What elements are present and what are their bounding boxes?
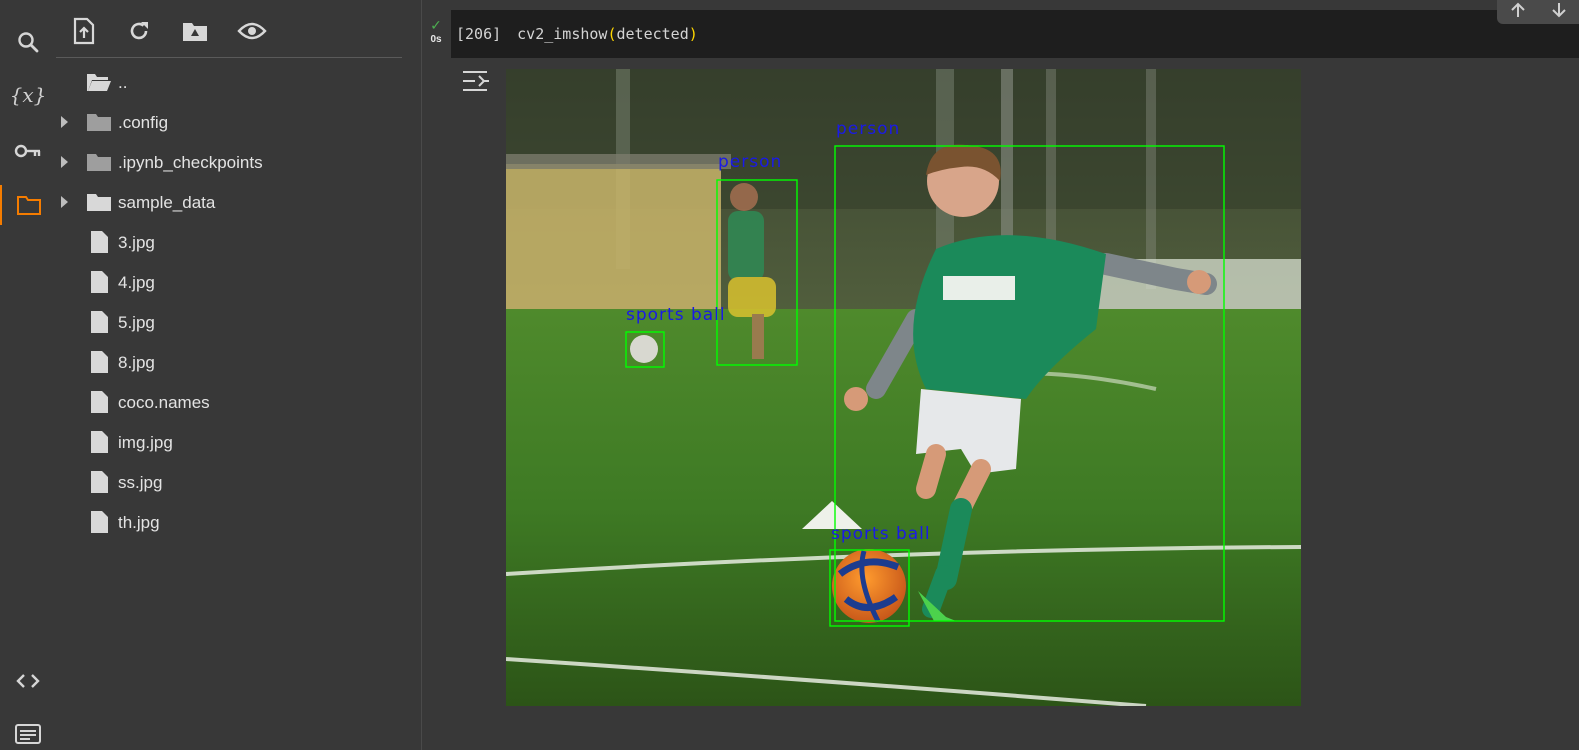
execution-count: [206]	[456, 25, 502, 43]
file-icon	[91, 231, 108, 253]
tree-item-file[interactable]: 8.jpg	[56, 342, 402, 382]
tree-item-label: .ipynb_checkpoints	[118, 153, 263, 172]
mount-drive-icon[interactable]	[180, 16, 210, 46]
file-tree: .. .config .ipynb_checkpoints sample_dat…	[56, 62, 402, 542]
tree-item-parent[interactable]: ..	[56, 62, 402, 102]
upload-file-icon[interactable]	[69, 16, 99, 46]
move-down-icon[interactable]	[1550, 1, 1568, 24]
files-toolbar	[56, 0, 402, 58]
detection-label: person	[836, 119, 900, 139]
detection-label: sports ball	[626, 305, 726, 325]
terminal-icon[interactable]	[0, 714, 56, 750]
refresh-icon[interactable]	[124, 16, 154, 46]
variables-glyph: {x}	[9, 83, 47, 107]
file-icon	[91, 391, 108, 413]
code-icon[interactable]	[0, 661, 56, 701]
expand-caret-icon[interactable]	[61, 116, 68, 128]
detection-label: person	[718, 152, 782, 172]
tree-item-file[interactable]: 4.jpg	[56, 262, 402, 302]
detection-photo: person person sports ball sports ball	[506, 69, 1301, 706]
file-icon	[91, 311, 108, 333]
tree-item-file[interactable]: th.jpg	[56, 502, 402, 542]
output-settings-icon[interactable]	[461, 68, 491, 94]
file-icon	[91, 511, 108, 533]
tree-item-file[interactable]: 3.jpg	[56, 222, 402, 262]
tree-item-label: th.jpg	[118, 513, 160, 532]
tree-item-folder[interactable]: .config	[56, 102, 402, 142]
expand-caret-icon[interactable]	[61, 196, 68, 208]
run-time: 0s	[430, 34, 442, 45]
tree-item-file[interactable]: ss.jpg	[56, 462, 402, 502]
folder-icon	[87, 194, 111, 211]
files-panel: .. .config .ipynb_checkpoints sample_dat…	[56, 0, 422, 750]
left-rail: {x}	[0, 0, 56, 750]
tree-item-label: ..	[118, 73, 128, 92]
detection-label: sports ball	[831, 524, 931, 544]
code-argument: detected	[616, 25, 689, 43]
key-icon[interactable]	[0, 131, 56, 171]
tree-item-file[interactable]: img.jpg	[56, 422, 402, 462]
tree-item-file[interactable]: 5.jpg	[56, 302, 402, 342]
tree-item-label: sample_data	[118, 193, 216, 212]
file-icon	[91, 351, 108, 373]
code-paren-open: (	[607, 25, 617, 43]
code-line: cv2_imshow(detected)	[517, 25, 698, 43]
tree-item-file[interactable]: coco.names	[56, 382, 402, 422]
tree-item-label: .config	[118, 113, 169, 132]
variables-icon[interactable]: {x}	[0, 75, 56, 115]
output-image: person person sports ball sports ball	[506, 69, 1301, 706]
cell-run-status[interactable]: ✓ 0s	[423, 18, 449, 45]
file-icon	[91, 271, 108, 293]
folder-icon[interactable]	[0, 185, 56, 225]
folder-icon	[87, 114, 111, 131]
move-up-icon[interactable]	[1509, 1, 1527, 24]
folder-icon	[87, 154, 111, 171]
code-function: cv2_imshow	[517, 25, 608, 43]
tree-item-folder[interactable]: .ipynb_checkpoints	[56, 142, 402, 182]
tree-item-label: 3.jpg	[118, 233, 155, 252]
show-hidden-icon[interactable]	[237, 16, 267, 46]
tree-item-label: ss.jpg	[118, 473, 163, 492]
search-icon[interactable]	[0, 22, 56, 62]
check-icon: ✓	[430, 17, 442, 33]
expand-caret-icon[interactable]	[61, 156, 68, 168]
file-icon	[91, 431, 108, 453]
tree-item-label: 4.jpg	[118, 273, 155, 292]
cell-toolbar	[1497, 0, 1579, 24]
tree-item-label: 5.jpg	[118, 313, 155, 332]
folder-open-icon	[87, 74, 111, 91]
tree-item-folder[interactable]: sample_data	[56, 182, 402, 222]
file-icon	[91, 471, 108, 493]
tree-item-label: img.jpg	[118, 433, 173, 452]
code-cell[interactable]: [206] cv2_imshow(detected)	[451, 10, 1579, 58]
tree-item-label: 8.jpg	[118, 353, 155, 372]
code-paren-close: )	[688, 25, 698, 43]
tree-item-label: coco.names	[118, 393, 210, 412]
